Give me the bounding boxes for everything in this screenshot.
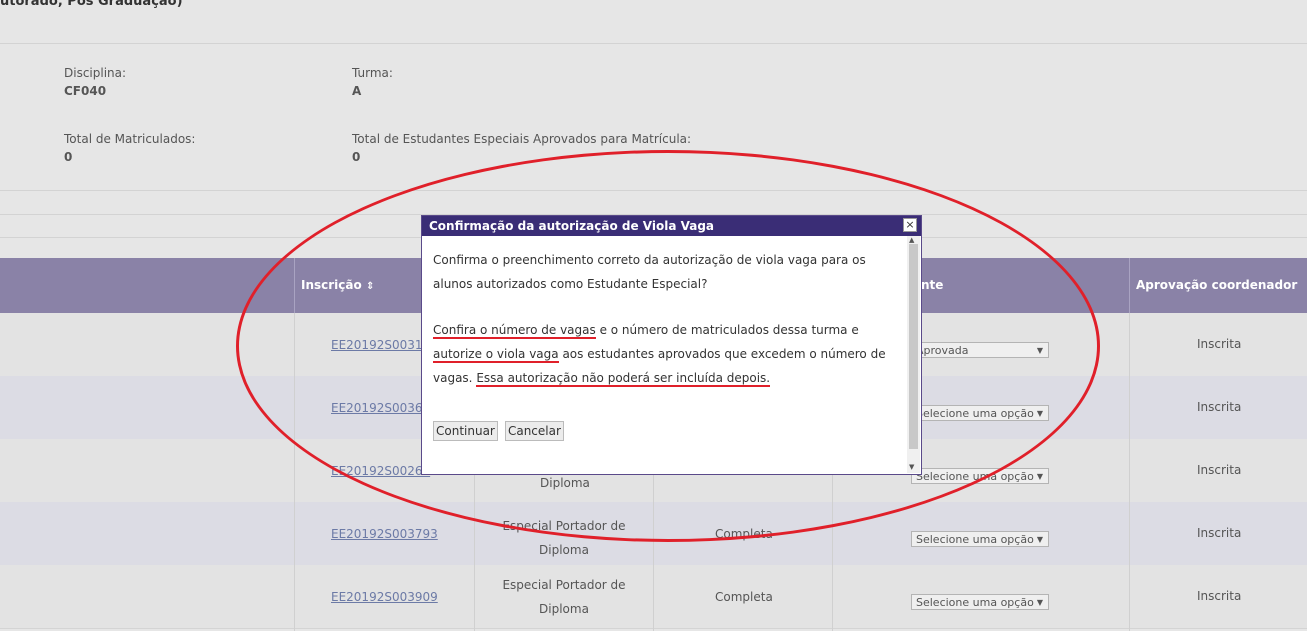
scrollbar-thumb[interactable] bbox=[909, 244, 918, 449]
disciplina-label: Disciplina: bbox=[64, 66, 127, 80]
page-title: utorado, Pós Graduação) bbox=[0, 0, 183, 9]
turma-value: A bbox=[352, 84, 362, 98]
chevron-down-icon: ▼ bbox=[1036, 535, 1043, 544]
inscricao-link[interactable]: EE20192S003793 bbox=[331, 527, 438, 541]
column-line bbox=[1129, 313, 1130, 631]
highlight-text: Confira o número de vagas bbox=[433, 323, 596, 339]
select-value: Selecione uma opção bbox=[916, 596, 1034, 609]
dialog-body: Confirma o preenchimento correto da auto… bbox=[433, 248, 903, 390]
status-select[interactable]: Selecione uma opção ▼ bbox=[911, 468, 1049, 484]
scroll-down-icon[interactable]: ▼ bbox=[909, 463, 914, 471]
scroll-up-icon[interactable]: ▲ bbox=[909, 236, 914, 244]
especiais-field: Total de Estudantes Especiais Aprovados … bbox=[352, 132, 691, 164]
select-value: Selecione uma opção bbox=[916, 470, 1034, 483]
inscricao-link[interactable]: EE20192S00263 bbox=[331, 464, 430, 478]
matriculados-label: Total de Matriculados: bbox=[64, 132, 196, 146]
status-select[interactable]: Aprovada ▼ bbox=[911, 342, 1049, 358]
status-select[interactable]: Selecione uma opção ▼ bbox=[911, 531, 1049, 547]
chevron-down-icon: ▼ bbox=[1036, 409, 1043, 418]
aprovacao-cell: Inscrita bbox=[1197, 400, 1242, 414]
header-separator bbox=[1129, 258, 1130, 313]
continuar-button[interactable]: Continuar bbox=[433, 421, 498, 441]
divider bbox=[0, 190, 1307, 191]
select-value: Aprovada bbox=[916, 344, 969, 357]
header-inscricao-label: Inscrição bbox=[301, 278, 362, 292]
inscricao-link[interactable]: EE20192S003909 bbox=[331, 590, 438, 604]
header-partial: nte bbox=[921, 278, 944, 292]
matriculados-value: 0 bbox=[64, 150, 73, 164]
chevron-down-icon: ▼ bbox=[1036, 472, 1043, 481]
column-line bbox=[294, 313, 295, 631]
select-value: Selecione uma opção bbox=[916, 533, 1034, 546]
highlight-text: Essa autorização não poderá ser incluída… bbox=[476, 371, 771, 387]
dialog-title: Confirmação da autorização de Viola Vaga bbox=[422, 216, 921, 236]
status-select[interactable]: Selecione uma opção ▼ bbox=[911, 405, 1049, 421]
tipo-cell: Especial Portador de Diploma bbox=[502, 578, 626, 616]
inscricao-link[interactable]: EE20192S0031 bbox=[331, 338, 423, 352]
header-separator bbox=[294, 258, 295, 313]
aprovacao-cell: Inscrita bbox=[1197, 526, 1242, 540]
header-inscricao[interactable]: Inscrição ⇕ bbox=[301, 258, 374, 313]
page: utorado, Pós Graduação) Disciplina: CF04… bbox=[0, 0, 1307, 631]
confirmation-dialog: Confirmação da autorização de Viola Vaga… bbox=[421, 215, 922, 475]
situacao-cell: Completa bbox=[715, 527, 773, 541]
aprovacao-cell: Inscrita bbox=[1197, 337, 1242, 351]
chevron-down-icon: ▼ bbox=[1036, 598, 1043, 607]
especiais-label: Total de Estudantes Especiais Aprovados … bbox=[352, 132, 692, 146]
select-value: Selecione uma opção bbox=[916, 407, 1034, 420]
aprovacao-cell: Inscrita bbox=[1197, 589, 1242, 603]
aprovacao-cell: Inscrita bbox=[1197, 463, 1242, 477]
highlight-text: autorize o viola vaga bbox=[433, 347, 559, 363]
divider bbox=[0, 43, 1307, 44]
dialog-actions: Continuar Cancelar bbox=[433, 420, 566, 441]
cancelar-button[interactable]: Cancelar bbox=[504, 421, 564, 441]
inscricao-link[interactable]: EE20192S0036 bbox=[331, 401, 423, 415]
chevron-down-icon: ▼ bbox=[1036, 346, 1043, 355]
sort-icon: ⇕ bbox=[365, 281, 375, 292]
header-aprovacao: Aprovação coordenador bbox=[1136, 278, 1298, 292]
turma-field: Turma: A bbox=[352, 66, 393, 98]
turma-label: Turma: bbox=[352, 66, 393, 80]
disciplina-value: CF040 bbox=[64, 84, 107, 98]
warning-text: e o número de matriculados dessa turma e bbox=[595, 323, 859, 337]
tipo-cell: Diploma bbox=[540, 476, 590, 490]
matriculados-field: Total de Matriculados: 0 bbox=[64, 132, 195, 164]
tipo-cell: Especial Portador de Diploma bbox=[502, 519, 626, 557]
close-icon[interactable]: × bbox=[903, 218, 917, 232]
situacao-cell: Completa bbox=[715, 590, 773, 604]
disciplina-field: Disciplina: CF040 bbox=[64, 66, 126, 98]
dialog-question: Confirma o preenchimento correto da auto… bbox=[433, 253, 866, 291]
especiais-value: 0 bbox=[352, 150, 361, 164]
dialog-scrollbar[interactable]: ▲ ▼ bbox=[907, 236, 920, 473]
status-select[interactable]: Selecione uma opção ▼ bbox=[911, 594, 1049, 610]
dialog-warning: Confira o número de vagas e o número de … bbox=[433, 318, 903, 390]
